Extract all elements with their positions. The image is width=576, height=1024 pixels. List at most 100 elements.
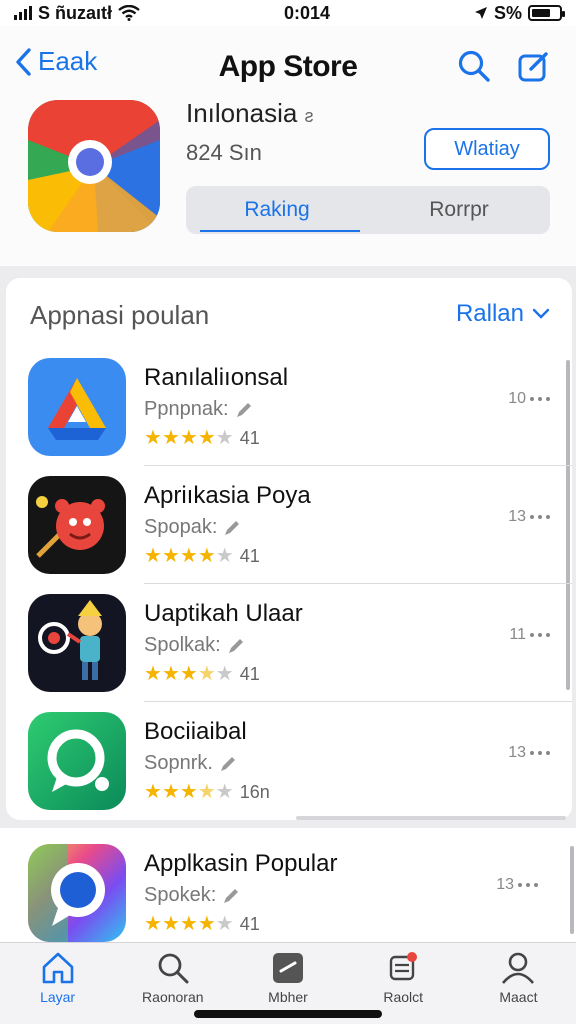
app-subtitle-text: Ppnpnak: <box>144 398 229 420</box>
segmented-control: Raking Rorrpr <box>186 186 550 234</box>
featured-app-name: Inılonasia ƨ <box>186 98 314 129</box>
status-left: S ñuzaıtł <box>14 3 140 24</box>
pencil-icon <box>220 756 235 771</box>
apps-square-icon <box>273 953 303 983</box>
tab-label: Maact <box>499 989 538 1005</box>
battery-fill <box>531 9 550 17</box>
app-meta: 13 <box>508 508 550 526</box>
app-icon-game <box>28 476 126 574</box>
list-item[interactable]: Uaptikah Ulaar Spolkak: ★★★★★ 41 11 <box>6 584 572 702</box>
updates-icon <box>390 952 418 981</box>
app-icon-drive <box>28 358 126 456</box>
star-icon: ★ <box>179 427 198 449</box>
dot <box>546 633 550 637</box>
app-meta-value: 13 <box>496 876 514 893</box>
star-icon: ★ <box>197 427 216 449</box>
star-icon: ★ <box>215 913 234 935</box>
scrollbar[interactable] <box>570 846 574 934</box>
tab-account[interactable]: Maact <box>461 943 576 1024</box>
chevron-down-icon <box>532 308 550 319</box>
star-icon: ★ <box>215 781 234 803</box>
app-subtitle-text: Spolkak: <box>144 634 221 656</box>
star-icon: ★ <box>144 545 162 567</box>
tab-label: Layar <box>40 989 76 1005</box>
dot <box>526 883 530 887</box>
star-icon: ★ <box>215 427 234 449</box>
list-item[interactable]: Ranılaliıonsal Ppnpnak: ★★★★★ 41 10 <box>6 348 572 466</box>
list-item[interactable]: Bociiaibal Sopnrk. ★★★★★ 16n 13 <box>6 702 572 820</box>
search-icon <box>458 50 490 82</box>
app-name: Apriıkasia Poya <box>144 482 311 509</box>
app-name: Applkasin Popular <box>144 850 338 877</box>
dot <box>538 515 542 519</box>
segment-ranking[interactable]: Raking <box>186 186 368 234</box>
character-logo-icon <box>28 594 126 692</box>
pencil-icon <box>225 520 240 535</box>
featured-app-icon[interactable] <box>28 100 160 232</box>
app-subtitle: Spopak: <box>144 516 241 539</box>
pencil-icon <box>224 888 239 903</box>
app-name: Ranılaliıonsal <box>144 364 289 391</box>
dot <box>518 883 522 887</box>
app-meta: 13 <box>508 744 550 762</box>
segment-other[interactable]: Rorrpr <box>368 186 550 234</box>
list-item[interactable]: Applkasin Popular Spokek: ★★★★★ 41 13 <box>0 834 566 952</box>
app-name: Uaptikah Ulaar <box>144 600 303 627</box>
home-icon <box>42 952 73 984</box>
section-action-button[interactable]: Rallan <box>456 300 550 328</box>
maps-logo-icon <box>28 100 160 232</box>
app-subtitle: Spokek: <box>144 884 240 907</box>
star-icon: ★ <box>197 913 216 935</box>
colorful-chat-logo-icon <box>28 844 126 942</box>
list-item[interactable]: Apriıkasia Poya Spopak: ★★★★★ 41 13 <box>6 466 572 584</box>
signal-icon <box>14 6 32 20</box>
star-icon: ★ <box>161 913 180 935</box>
app-subtitle: Spolkak: <box>144 634 245 657</box>
star-icon: ★ <box>144 427 162 449</box>
chat-bubble-logo-icon <box>28 712 126 810</box>
featured-app-name-suffix: ƨ <box>304 106 314 126</box>
status-right: S% <box>474 3 565 24</box>
star-icon: ★ <box>197 781 216 803</box>
rating-count: 41 <box>239 664 260 684</box>
star-icon: ★ <box>179 913 198 935</box>
star-icon: ★ <box>197 545 216 567</box>
horizontal-scroll-indicator <box>296 816 566 820</box>
app-icon-chat <box>28 712 126 810</box>
star-icon: ★ <box>179 781 198 803</box>
dot <box>530 515 534 519</box>
extra-app-section: Applkasin Popular Spokek: ★★★★★ 41 13 <box>0 828 576 942</box>
dot <box>530 751 534 755</box>
dot <box>538 397 542 401</box>
pencil-icon <box>236 402 251 417</box>
featured-action-button[interactable]: Wlatiay <box>424 128 550 170</box>
app-meta: 11 <box>509 626 550 644</box>
star-icon: ★ <box>161 663 180 685</box>
star-icon: ★ <box>161 545 180 567</box>
compose-icon <box>518 52 548 82</box>
app-meta: 13 <box>496 876 538 894</box>
compose-button[interactable] <box>514 46 554 86</box>
app-meta-value: 13 <box>508 744 526 761</box>
popular-apps-card: Appnasi poulan Rallan Ranılaliıonsal Ppn… <box>6 278 572 820</box>
monster-logo-icon <box>28 476 126 574</box>
app-subtitle-text: Sopnrk. <box>144 752 213 774</box>
star-icon: ★ <box>161 427 180 449</box>
dot <box>538 751 542 755</box>
app-meta-value: 10 <box>508 390 526 407</box>
search-button[interactable] <box>454 46 494 86</box>
search-icon <box>158 953 189 984</box>
dot <box>546 397 550 401</box>
star-rating: ★★★★★ 41 <box>144 546 260 567</box>
app-subtitle: Sopnrk. <box>144 752 237 775</box>
app-meta-value: 13 <box>508 508 526 525</box>
star-rating: ★★★★★ 41 <box>144 914 260 935</box>
star-icon: ★ <box>179 663 198 685</box>
app-subtitle-text: Spopak: <box>144 516 218 538</box>
tab-home[interactable]: Layar <box>0 943 115 1024</box>
battery-icon <box>527 5 565 21</box>
rating-count: 41 <box>239 546 260 566</box>
star-icon: ★ <box>144 913 162 935</box>
rating-count: 41 <box>239 428 260 448</box>
status-bar: S ñuzaıtł 0:014 S% <box>0 0 576 26</box>
